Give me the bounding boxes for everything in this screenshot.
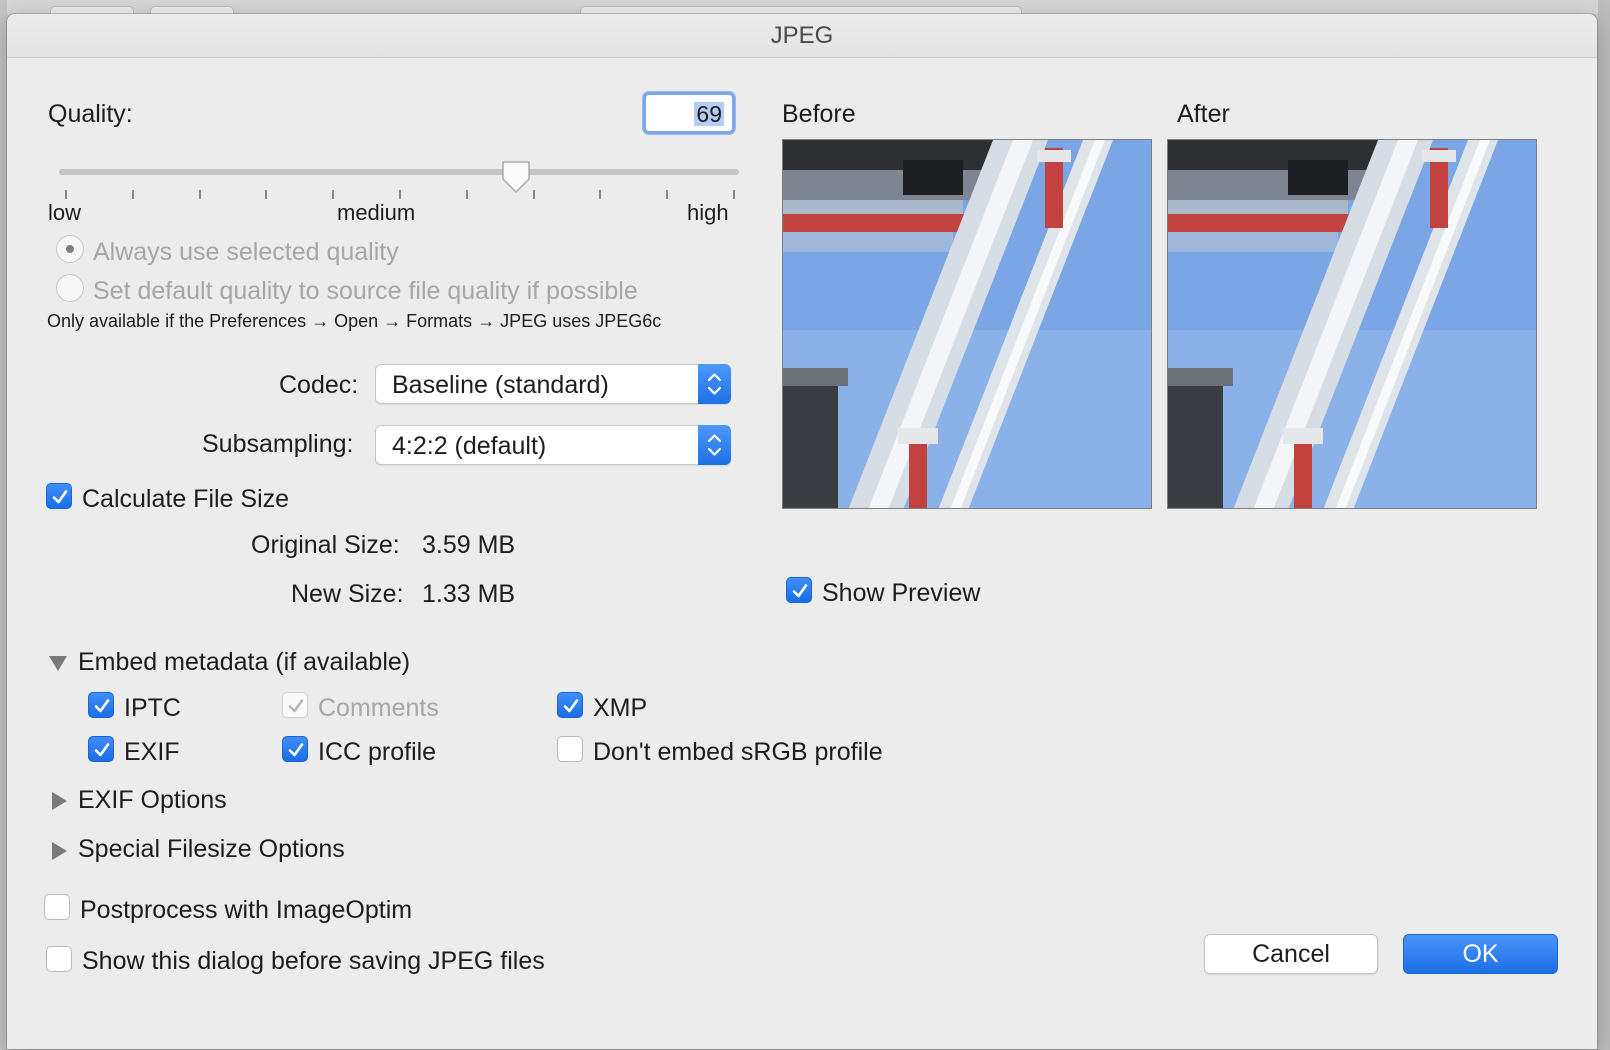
slider-thumb-icon[interactable]: [500, 159, 532, 195]
exif-label: EXIF: [124, 738, 180, 766]
disclosure-triangle-icon[interactable]: [52, 842, 67, 860]
stepper-arrows-icon: [698, 364, 731, 404]
iptc-label: IPTC: [124, 694, 181, 722]
no-srgb-checkbox[interactable]: [557, 736, 583, 762]
slider-tick: [666, 190, 669, 199]
disclosure-triangle-icon[interactable]: [49, 656, 67, 671]
slider-tick: [599, 190, 602, 199]
show-preview-checkbox[interactable]: [786, 577, 812, 603]
slider-tick: [465, 190, 468, 199]
quality-high-label: high: [687, 200, 729, 225]
show-preview-label: Show Preview: [822, 579, 981, 607]
cancel-button[interactable]: Cancel: [1204, 934, 1378, 974]
show-dialog-checkbox[interactable]: [46, 946, 72, 972]
subsampling-value: 4:2:2 (default): [392, 432, 547, 460]
slider-tick: [198, 190, 201, 199]
ok-button[interactable]: OK: [1403, 934, 1558, 974]
slider-tick: [332, 190, 335, 199]
new-size-value: 1.33 MB: [422, 580, 516, 608]
before-label: Before: [782, 100, 856, 128]
postprocess-label: Postprocess with ImageOptim: [80, 896, 413, 924]
radio-icon[interactable]: [56, 235, 84, 263]
xmp-label: XMP: [593, 694, 648, 722]
comments-label: Comments: [318, 694, 439, 722]
background-window-edge: [0, 0, 7, 1050]
jpeg-options-dialog: JPEG Quality: 69 low medium high Always …: [7, 14, 1597, 1049]
disclosure-triangle-icon[interactable]: [52, 792, 67, 810]
slider-tick: [265, 190, 268, 199]
calculate-file-size-checkbox[interactable]: [46, 483, 72, 509]
source-quality-label: Set default quality to source file quali…: [93, 277, 638, 305]
subsampling-select[interactable]: 4:2:2 (default): [375, 425, 731, 465]
original-size-label: Original Size:: [251, 531, 400, 559]
checkmark-icon: [94, 699, 110, 713]
availability-note: Only available if the Preferences → Open…: [47, 311, 662, 331]
background-window-edge: [1598, 0, 1610, 1050]
quality-low-label: low: [48, 200, 82, 225]
slider-tick: [532, 190, 535, 199]
postprocess-checkbox[interactable]: [44, 894, 70, 920]
icc-profile-label: ICC profile: [318, 738, 437, 766]
after-preview-image: [1167, 139, 1537, 509]
calculate-file-size-label: Calculate File Size: [82, 485, 290, 513]
xmp-checkbox[interactable]: [557, 692, 583, 718]
always-use-quality-label: Always use selected quality: [93, 238, 399, 266]
codec-select[interactable]: Baseline (standard): [375, 364, 731, 404]
exif-checkbox[interactable]: [88, 736, 114, 762]
quality-input[interactable]: 69: [643, 92, 735, 134]
slider-tick: [399, 190, 401, 199]
subsampling-label: Subsampling:: [202, 430, 354, 458]
checkmark-icon: [94, 743, 110, 757]
quality-value: 69: [694, 101, 724, 127]
codec-label: Codec:: [279, 371, 359, 399]
after-label: After: [1177, 100, 1230, 128]
checkmark-icon: [792, 584, 808, 598]
no-srgb-label: Don't embed sRGB profile: [593, 738, 883, 766]
slider-tick: [65, 190, 67, 199]
checkmark-icon: [288, 699, 304, 713]
embed-metadata-label: Embed metadata (if available): [78, 648, 411, 676]
comments-checkbox[interactable]: [282, 692, 308, 718]
codec-value: Baseline (standard): [392, 371, 609, 399]
before-preview-image: [782, 139, 1152, 509]
special-filesize-options-label[interactable]: Special Filesize Options: [78, 835, 345, 864]
quality-slider-track[interactable]: [59, 169, 739, 175]
checkmark-icon: [52, 490, 68, 504]
slider-tick: [131, 190, 134, 199]
checkmark-icon: [563, 699, 579, 713]
exif-options-label[interactable]: EXIF Options: [78, 786, 227, 815]
icc-profile-checkbox[interactable]: [282, 736, 308, 762]
new-size-label: New Size:: [291, 580, 404, 608]
iptc-checkbox[interactable]: [88, 692, 114, 718]
dialog-title: JPEG: [7, 14, 1597, 58]
stepper-arrows-icon: [698, 425, 731, 465]
slider-tick: [733, 190, 735, 199]
checkmark-icon: [288, 743, 304, 757]
quality-label: Quality:: [48, 100, 133, 128]
original-size-value: 3.59 MB: [422, 531, 516, 559]
show-dialog-label: Show this dialog before saving JPEG file…: [82, 947, 545, 975]
radio-icon[interactable]: [56, 274, 84, 302]
quality-medium-label: medium: [337, 200, 416, 225]
